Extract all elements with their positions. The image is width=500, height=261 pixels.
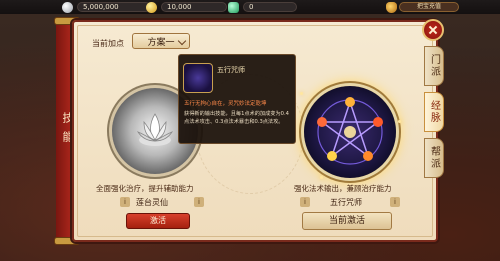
skill-tooltip: 五行咒师 五行无拘心自在，灵咒妙法定乾坤 获得新的输出技能，且每1点术的加成变为… [178, 54, 296, 144]
five-elements-skill-icon [183, 63, 213, 93]
sparkle-effect [398, 120, 401, 123]
tab-label: 帮派 [428, 146, 440, 170]
lotus-icon [136, 113, 174, 146]
silver-resource: 5,000,000 [62, 1, 151, 13]
jade-amount: 0 [243, 2, 297, 12]
lotus-school-desc: 全面强化治疗，提升辅助能力 [96, 184, 194, 193]
tab-guild[interactable]: 帮派 [424, 138, 444, 178]
recharge-button[interactable]: 把宝充值 [386, 1, 459, 13]
info-icon[interactable]: i [194, 197, 204, 207]
recharge-label: 把宝充值 [399, 2, 459, 12]
scheme-value: 方案一 [147, 37, 175, 48]
tab-school[interactable]: 门派 [424, 46, 444, 86]
sparkle-effect [300, 92, 303, 95]
scheme-dropdown[interactable]: 方案一 [132, 33, 190, 49]
info-icon[interactable]: i [390, 197, 400, 207]
jade-exchange-icon[interactable] [228, 1, 239, 13]
money-bag-icon [386, 1, 397, 13]
five-elements-school-name: 五行咒师 [330, 198, 362, 207]
gold-coin-icon [146, 1, 157, 13]
five-elements-school-desc: 强化法术输出，兼顾治疗能力 [294, 184, 392, 193]
chevron-down-icon [177, 36, 187, 46]
gold-amount: 10,000 [161, 2, 227, 12]
gold-resource: 10,000 [146, 1, 227, 13]
info-icon[interactable]: i [120, 197, 130, 207]
pentagram-icon [317, 97, 383, 165]
info-icon[interactable]: i [300, 197, 310, 207]
current-active-button[interactable]: 当前激活 [302, 212, 392, 230]
tooltip-lead: 五行无拘心自在，灵咒妙法定乾坤 [184, 101, 267, 107]
tooltip-body: 获得新的输出技能，且每1点术的加成变为0.4点法术攻击、0.3点法术暴击和0.3… [184, 111, 289, 125]
tab-label: 门派 [428, 54, 440, 78]
silver-coin-icon [62, 1, 73, 13]
five-elements-school-emblem[interactable] [304, 86, 396, 178]
tab-meridians[interactable]: 经脉 [424, 92, 444, 132]
current-points-label: 当前加点 [92, 39, 124, 48]
silver-amount: 5,000,000 [77, 2, 151, 12]
close-button[interactable] [422, 19, 444, 41]
tab-label: 经脉 [428, 100, 440, 124]
tooltip-title: 五行咒师 [217, 66, 245, 74]
lotus-school-name: 莲台灵仙 [136, 198, 168, 207]
jade-resource[interactable]: 0 [228, 1, 297, 13]
sparkle-effect [320, 176, 323, 179]
activate-button[interactable]: 激活 [126, 213, 190, 229]
